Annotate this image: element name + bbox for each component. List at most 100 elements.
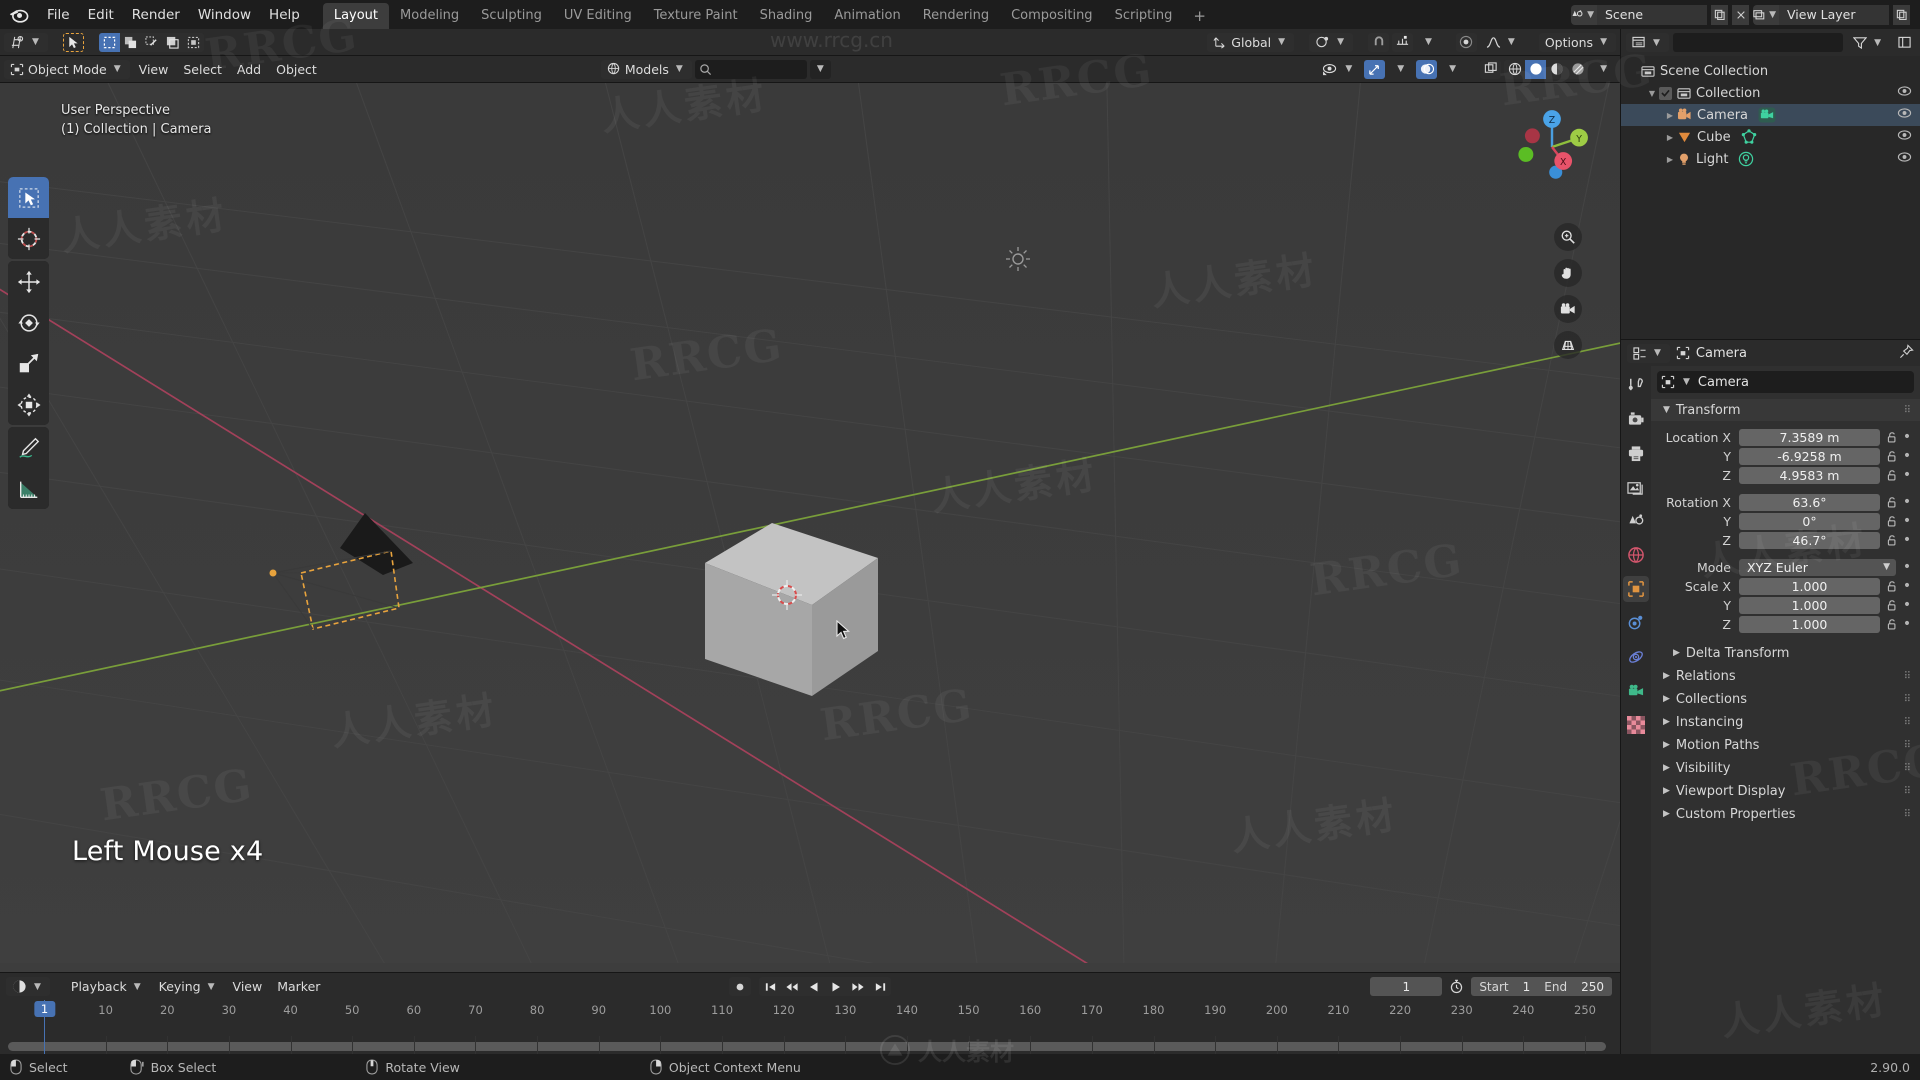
outliner-row-scene-collection[interactable]: Scene Collection bbox=[1621, 60, 1920, 82]
physics-orbit-icon[interactable] bbox=[1623, 644, 1649, 670]
tweak-cursor-icon[interactable] bbox=[62, 32, 84, 52]
options-dropdown[interactable]: Options ▼ bbox=[1538, 32, 1616, 52]
tab-rendering[interactable]: Rendering bbox=[912, 3, 1000, 29]
field-value[interactable]: 7.3589 m bbox=[1739, 428, 1880, 446]
falloff-curve-icon[interactable]: ▼ bbox=[1480, 33, 1524, 52]
solid-icon[interactable] bbox=[1525, 59, 1547, 79]
collection-checkbox[interactable] bbox=[1659, 86, 1672, 100]
tab-uv-editing[interactable]: UV Editing bbox=[553, 3, 643, 29]
menu-render[interactable]: Render bbox=[123, 5, 189, 25]
blender-logo-icon[interactable] bbox=[6, 4, 30, 26]
toggle-perspective-icon[interactable] bbox=[1554, 331, 1582, 359]
annotate-tool[interactable] bbox=[8, 427, 49, 468]
transform-panel-header[interactable]: ▼ Transform ⠿ bbox=[1651, 399, 1920, 421]
object-id-field[interactable]: ▼ Camera bbox=[1657, 371, 1914, 393]
animate-property-dot[interactable]: • bbox=[1900, 495, 1914, 509]
shading-dropdown[interactable]: ▼ bbox=[1591, 60, 1616, 79]
lock-icon[interactable] bbox=[1884, 515, 1900, 528]
tab-shading[interactable]: Shading bbox=[749, 3, 824, 29]
timeline-editor-type[interactable]: ▼ bbox=[6, 977, 50, 996]
delete-scene-button[interactable] bbox=[1732, 4, 1749, 25]
camera-object[interactable] bbox=[265, 503, 485, 653]
animate-property-dot[interactable]: • bbox=[1900, 533, 1914, 547]
field-value[interactable]: 46.7° bbox=[1739, 531, 1880, 549]
drag-handle-icon[interactable]: ⠿ bbox=[1904, 694, 1912, 705]
timeline-menu-keying[interactable]: Keying ▼ bbox=[153, 977, 224, 996]
snap-increment-icon[interactable] bbox=[1392, 32, 1413, 52]
tab-scripting[interactable]: Scripting bbox=[1104, 3, 1184, 29]
panel-custom-properties[interactable]: ▶ Custom Properties ⠿ bbox=[1651, 803, 1920, 825]
tab-texture-paint[interactable]: Texture Paint bbox=[643, 3, 749, 29]
jump-start-icon[interactable] bbox=[759, 977, 781, 996]
xray-icon[interactable] bbox=[1480, 59, 1502, 79]
add-workspace-button[interactable]: + bbox=[1183, 3, 1216, 29]
transform-orientation-dropdown[interactable]: Global ▼ bbox=[1207, 32, 1295, 52]
transform-tool[interactable] bbox=[8, 384, 49, 425]
gizmo-icon[interactable] bbox=[1364, 59, 1386, 79]
field-value[interactable]: 1.000 bbox=[1739, 596, 1880, 614]
field-value[interactable]: 1.000 bbox=[1739, 577, 1880, 595]
viewport-menu-object[interactable]: Object bbox=[270, 60, 323, 79]
mesh-data-icon[interactable] bbox=[1741, 129, 1757, 145]
next-keyframe-icon[interactable] bbox=[847, 977, 869, 996]
drag-handle-icon[interactable]: ⠿ bbox=[1904, 740, 1912, 751]
search-input[interactable] bbox=[694, 59, 807, 79]
stopwatch-icon[interactable] bbox=[1446, 977, 1467, 996]
lock-icon[interactable] bbox=[1884, 618, 1900, 631]
viewport-menu-view[interactable]: View bbox=[133, 60, 175, 79]
tab-animation[interactable]: Animation bbox=[823, 3, 911, 29]
outliner-tree[interactable]: Scene Collection ▼ Collection ▶ Camera ▶ Cube ▶… bbox=[1621, 56, 1920, 339]
drag-handle-icon[interactable]: ⠿ bbox=[1904, 405, 1912, 416]
outliner-filter-toggle[interactable] bbox=[1894, 33, 1915, 52]
light-data-icon[interactable] bbox=[1738, 151, 1754, 167]
render-camera-icon[interactable] bbox=[1623, 406, 1649, 432]
wireframe-icon[interactable] bbox=[1504, 59, 1526, 79]
drag-handle-icon[interactable]: ⠿ bbox=[1904, 763, 1912, 774]
wrench-blue-icon[interactable] bbox=[1623, 610, 1649, 636]
panel-viewport-display[interactable]: ▶ Viewport Display ⠿ bbox=[1651, 780, 1920, 802]
outliner-row-collection[interactable]: ▼ Collection bbox=[1621, 82, 1920, 104]
difference-select-icon[interactable] bbox=[182, 32, 204, 52]
delta-transform-header[interactable]: ▶ Delta Transform bbox=[1651, 642, 1920, 664]
lock-icon[interactable] bbox=[1884, 580, 1900, 593]
panel-visibility[interactable]: ▶ Visibility ⠿ bbox=[1651, 757, 1920, 779]
properties-tabs[interactable] bbox=[1621, 366, 1651, 1054]
camera-data-icon[interactable] bbox=[1758, 107, 1776, 123]
subtract-select-icon[interactable] bbox=[140, 32, 162, 52]
intersect-select-icon[interactable] bbox=[161, 32, 183, 52]
menu-file[interactable]: File bbox=[38, 5, 79, 25]
play-icon[interactable] bbox=[825, 977, 847, 996]
images-icon[interactable] bbox=[1623, 474, 1649, 500]
panel-motion-paths[interactable]: ▶ Motion Paths ⠿ bbox=[1651, 734, 1920, 756]
printer-icon[interactable] bbox=[1623, 440, 1649, 466]
animate-property-dot[interactable]: • bbox=[1900, 560, 1914, 574]
3d-viewport[interactable]: User Perspective (1) Collection | Camera… bbox=[0, 83, 1620, 972]
animate-property-dot[interactable]: • bbox=[1900, 617, 1914, 631]
measure-tool[interactable] bbox=[8, 468, 49, 509]
timeline-scrollbar-thumb[interactable] bbox=[8, 1042, 1606, 1051]
animate-property-dot[interactable]: • bbox=[1900, 468, 1914, 482]
scene-selector[interactable]: ▼ Scene bbox=[1571, 4, 1707, 25]
overlays-icon[interactable] bbox=[1416, 59, 1438, 79]
pan-hand-icon[interactable] bbox=[1554, 259, 1582, 287]
pin-icon[interactable] bbox=[1899, 343, 1914, 363]
cursor-tool[interactable] bbox=[8, 218, 49, 259]
extend-select-icon[interactable] bbox=[119, 32, 141, 52]
disclosure-triangle-icon[interactable]: ▶ bbox=[1663, 111, 1677, 120]
disclosure-triangle-icon[interactable]: ▶ bbox=[1663, 133, 1677, 142]
timeline-playhead[interactable]: 1 bbox=[33, 1000, 56, 1054]
gizmo-dropdown[interactable]: ▼ bbox=[1388, 60, 1413, 79]
camera-green-icon[interactable] bbox=[1623, 678, 1649, 704]
field-value[interactable]: 63.6° bbox=[1739, 493, 1880, 511]
panel-collections[interactable]: ▶ Collections ⠿ bbox=[1651, 688, 1920, 710]
search-dropdown-button[interactable]: ▼ bbox=[809, 59, 831, 79]
tool-wrench-icon[interactable] bbox=[1623, 372, 1649, 398]
navigation-gizmo[interactable]: Z Y X bbox=[1510, 105, 1594, 189]
scale-tool[interactable] bbox=[8, 343, 49, 384]
object-mode-dropdown[interactable]: Object Mode ▼ bbox=[4, 59, 130, 79]
tab-layout[interactable]: Layout bbox=[322, 3, 390, 29]
timeline-menu-view[interactable]: View bbox=[227, 977, 269, 996]
material-preview-icon[interactable] bbox=[1546, 59, 1568, 79]
timeline-scrollbar[interactable] bbox=[8, 1042, 1606, 1051]
eye-icon[interactable] bbox=[1897, 129, 1912, 145]
